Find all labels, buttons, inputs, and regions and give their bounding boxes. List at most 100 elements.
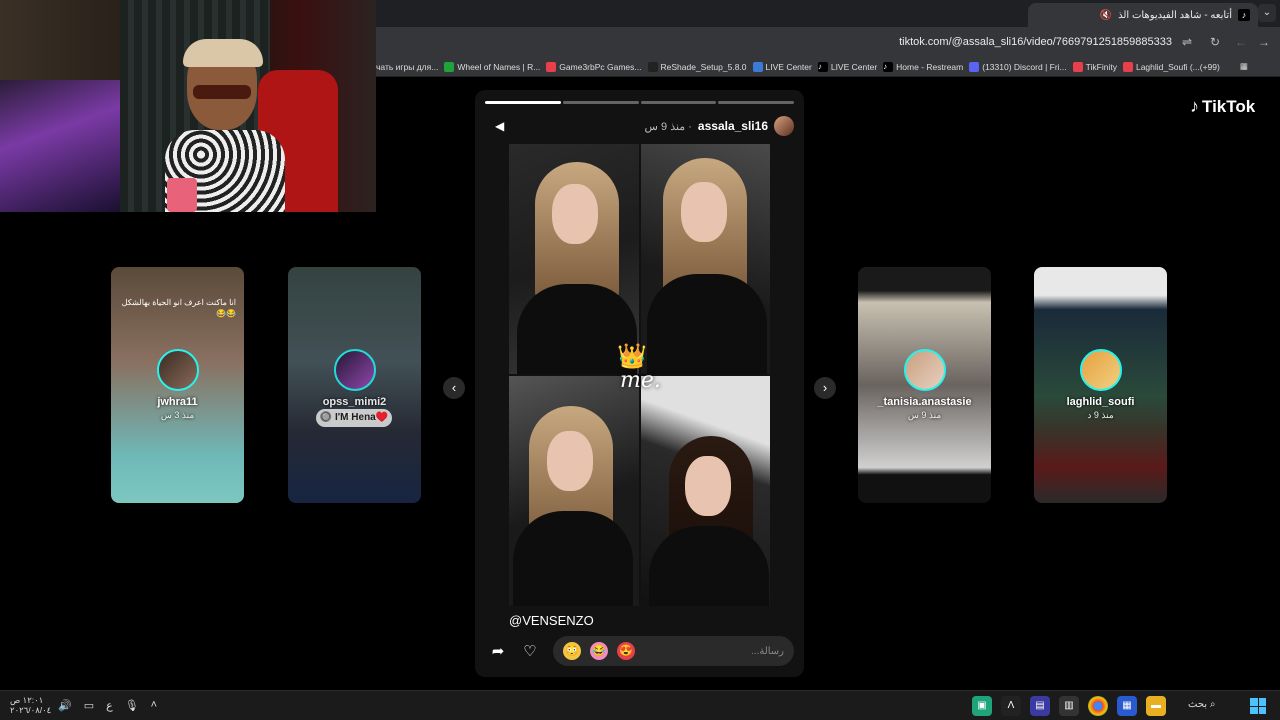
collage-photo (640, 144, 770, 374)
tiktok-favicon-icon: ♪ (1238, 9, 1250, 21)
avatar (157, 349, 199, 391)
chrome-icon[interactable] (1088, 696, 1108, 716)
collage-photo (509, 144, 639, 374)
collage-photo (509, 376, 639, 606)
tikfinity-icon (1122, 61, 1133, 72)
card-username: _tanisia.anastasie (877, 396, 972, 408)
language-indicator[interactable]: ع (106, 699, 113, 712)
gaming-pc-image (0, 80, 120, 212)
all-bookmarks-icon[interactable]: ▦ (1240, 61, 1248, 72)
discord-icon (1072, 61, 1083, 72)
tiktok-icon: ♪ (883, 61, 894, 72)
search-label: بحث (1188, 699, 1208, 710)
tiktok-icon: ♪ (817, 61, 828, 72)
share-icon[interactable]: ➦ (489, 642, 507, 660)
bookmark-item[interactable]: (13310) Discord | Fri... (969, 61, 1067, 72)
app-icon[interactable]: ▣ (972, 696, 992, 716)
tiktok-note-icon: ♪ (1190, 96, 1199, 116)
bookmark-item[interactable]: Game3rbPc Games... (546, 61, 642, 72)
avatar (1080, 349, 1122, 391)
app-icon[interactable]: Λ (1001, 696, 1021, 716)
browser-tab-active[interactable]: 🔇 أتابعه - شاهد الفيديوهات الذ ♪ (1028, 3, 1258, 27)
network-icon[interactable]: ▭ (84, 699, 94, 712)
app-icon[interactable]: ▥ (1059, 696, 1079, 716)
bookmark-item[interactable]: ReShade_Setup_5.8.0 (647, 61, 747, 72)
emoji-reaction[interactable]: 😂 (590, 642, 608, 660)
chevron-right-icon: › (822, 380, 828, 395)
story-footer: ➦ ♡ 😳 😂 😍 رسالة... (489, 635, 794, 667)
chevron-left-icon: ‹ (451, 380, 457, 395)
volume-icon[interactable]: ◀ (495, 119, 504, 133)
story-viewer: ◀ منذ 9 س · assala_sli16 👑 me. @VENSENZO… (475, 90, 804, 677)
reload-icon[interactable]: ↻ (1210, 35, 1220, 49)
progress-segment (640, 101, 717, 104)
card-badge: 🔘 I'M Hena♥️ (316, 409, 392, 427)
bookmark-item[interactable]: Laghlid_Soufi (...(+99) (1122, 61, 1220, 72)
site-settings-icon[interactable]: ⇌ (1182, 35, 1192, 49)
card-username: laghlid_soufi (1066, 396, 1135, 408)
story-caption[interactable]: @VENSENZO (509, 613, 594, 628)
bookmark-item[interactable]: LIVE Center (752, 61, 812, 72)
like-heart-icon[interactable]: ♡ (521, 642, 539, 660)
volume-icon[interactable]: 🔊 (58, 699, 72, 712)
message-input[interactable]: 😳 😂 😍 رسالة... (553, 636, 794, 666)
progress-segment (485, 101, 561, 104)
restream-icon (969, 61, 980, 72)
story-card-jwhra11[interactable]: انا ماكنت اعرف انو الحياة بهالشكل 😂😂 jwh… (111, 267, 244, 503)
story-progress-bar (485, 101, 794, 104)
progress-segment (562, 101, 639, 104)
search-icon: ⌕ (1209, 699, 1216, 710)
card-time: منذ 9 د (1087, 410, 1114, 420)
url-field[interactable]: tiktok.com/@assala_sli16/video/766979125… (899, 36, 1172, 48)
story-header: منذ 9 س · assala_sli16 (645, 116, 794, 136)
card-time: منذ 9 س (907, 410, 942, 420)
reshade-icon (647, 61, 658, 72)
previous-story-button[interactable]: ‹ (443, 377, 465, 399)
story-card-tanisia-anastasie[interactable]: _tanisia.anastasie منذ 9 س (858, 267, 991, 503)
bookmark-item[interactable]: TikFinity (1072, 61, 1117, 72)
story-overlay-text: me. (620, 368, 661, 393)
avatar (904, 349, 946, 391)
progress-segment (718, 101, 794, 104)
card-username: jwhra11 (157, 396, 198, 408)
bookmark-item[interactable]: ♪ LIVE Center (817, 61, 877, 72)
taskbar-apps: ▣ Λ ▤ ▥ ▦ ▬ (972, 696, 1166, 716)
card-caption: انا ماكنت اعرف انو الحياة بهالشكل 😂😂 (121, 298, 236, 318)
wheel-icon (444, 61, 455, 72)
forward-icon[interactable]: ← (1235, 35, 1247, 49)
tab-title: أتابعه - شاهد الفيديوهات الذ (1118, 9, 1232, 21)
tab-search-chevron-icon[interactable]: ⌄ (1258, 4, 1276, 22)
app-icon[interactable]: ▤ (1030, 696, 1050, 716)
story-card-laghlid-soufi[interactable]: laghlid_soufi منذ 9 د (1034, 267, 1167, 503)
chevron-up-icon[interactable]: ˄ (151, 699, 157, 712)
system-clock[interactable]: ١٢:٠١ ص ٢٠٢٦/٠٨/٠٤ (10, 695, 51, 715)
story-media[interactable]: 👑 me. (509, 144, 770, 606)
bookmark-item[interactable]: Wheel of Names | R... (444, 61, 540, 72)
windows-start-icon[interactable] (1250, 698, 1266, 714)
tab-audio-icon[interactable]: 🔇 (1100, 10, 1112, 21)
taskbar-search[interactable]: بحث ⌕ (1188, 699, 1215, 710)
story-username[interactable]: assala_sli16 (698, 119, 768, 133)
emoji-reaction[interactable]: 😳 (563, 642, 581, 660)
tiktok-logo[interactable]: ♪ TikTok (1190, 96, 1255, 117)
emoji-reaction[interactable]: 😍 (617, 642, 635, 660)
story-card-opss-mimi2[interactable]: opss_mimi2 منذ 18 🔘 I'M Hena♥️ (288, 267, 421, 503)
webcam-overlay (0, 0, 376, 212)
back-icon[interactable]: → (1258, 35, 1270, 49)
message-placeholder: رسالة... (751, 645, 784, 657)
system-tray: 🔊 ▭ ع 🎙 ˄ (58, 699, 157, 712)
bookmark-item[interactable]: чать игры для... (376, 62, 438, 72)
live-center-icon (752, 61, 763, 72)
bookmark-item[interactable]: ♪ Home - Restream (883, 61, 963, 72)
microphone-icon[interactable]: 🎙 (125, 699, 139, 712)
story-time: منذ 9 س · (644, 120, 692, 133)
card-time: منذ 3 س (160, 410, 195, 420)
avatar (334, 349, 376, 391)
game-icon (546, 61, 557, 72)
card-username: opss_mimi2 (322, 396, 387, 408)
windows-taskbar: ١٢:٠١ ص ٢٠٢٦/٠٨/٠٤ 🔊 ▭ ع 🎙 ˄ ▣ Λ ▤ ▥ ▦ ▬… (0, 690, 1280, 720)
next-story-button[interactable]: › (814, 377, 836, 399)
file-explorer-icon[interactable]: ▬ (1146, 696, 1166, 716)
story-avatar[interactable] (774, 116, 794, 136)
store-icon[interactable]: ▦ (1117, 696, 1137, 716)
